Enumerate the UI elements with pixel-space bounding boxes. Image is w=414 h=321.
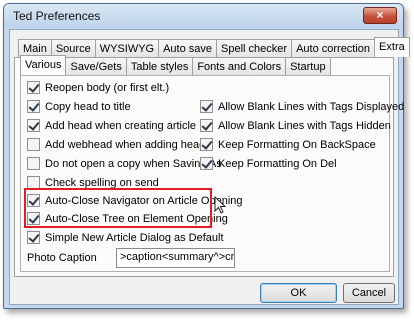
- option-add-head[interactable]: Add head when creating article: [27, 118, 196, 133]
- add-head-checkbox[interactable]: [27, 119, 40, 132]
- option-label: Allow Blank Lines with Tags Displayed: [218, 100, 405, 113]
- tab-auto-save[interactable]: Auto save: [158, 39, 218, 57]
- photo-caption-input[interactable]: >caption<summary^>credit<authors^: [116, 248, 235, 268]
- option-label: Keep Formatting On BackSpace: [218, 138, 376, 151]
- keep-formatting-del-checkbox[interactable]: [200, 157, 213, 170]
- copy-head-checkbox[interactable]: [27, 100, 40, 113]
- highlight-box: [24, 188, 212, 228]
- add-webhead-checkbox[interactable]: [27, 138, 40, 151]
- dialog-client: Main Source WYSIWYG Auto save Spell chec…: [9, 29, 410, 305]
- cancel-button[interactable]: Cancel: [343, 283, 395, 303]
- tab-table-styles[interactable]: Table styles: [125, 57, 194, 75]
- option-label: Add head when creating article: [45, 119, 197, 132]
- tab-various[interactable]: Various: [20, 55, 67, 75]
- tab-auto-correction[interactable]: Auto correction: [291, 39, 376, 57]
- tab-save-gets[interactable]: Save/Gets: [65, 57, 127, 75]
- title-bar[interactable]: Ted Preferences ×: [4, 4, 403, 28]
- option-label: Simple New Article Dialog as Default: [45, 231, 224, 244]
- inner-tab-strip: Various Save/Gets Table styles Fonts and…: [20, 55, 331, 75]
- option-label: Add webhead when adding head: [45, 138, 206, 151]
- tab-startup[interactable]: Startup: [285, 57, 331, 75]
- reopen-body-checkbox[interactable]: [27, 81, 40, 94]
- close-button[interactable]: ×: [363, 7, 397, 24]
- option-label: Copy head to title: [45, 100, 131, 113]
- keep-formatting-backspace-checkbox[interactable]: [200, 138, 213, 151]
- photo-caption-label: Photo Caption: [27, 252, 97, 264]
- option-label: Check spelling on send: [45, 176, 159, 189]
- option-keep-formatting-del[interactable]: Keep Formatting On Del: [200, 156, 337, 171]
- ok-button[interactable]: OK: [260, 283, 337, 303]
- option-blank-lines-displayed[interactable]: Allow Blank Lines with Tags Displayed: [200, 99, 404, 114]
- option-reopen-body[interactable]: Reopen body (or first elt.): [27, 80, 169, 95]
- preferences-window: Ted Preferences × Main Source WYSIWYG Au…: [3, 3, 410, 309]
- simple-new-article-checkbox[interactable]: [27, 231, 40, 244]
- photo-caption-value: >caption<summary^>credit<authors^: [120, 251, 235, 263]
- outer-tab-strip: Main Source WYSIWYG Auto save Spell chec…: [18, 37, 410, 57]
- close-icon: ×: [376, 8, 384, 22]
- option-keep-formatting-backspace[interactable]: Keep Formatting On BackSpace: [200, 137, 376, 152]
- option-copy-head[interactable]: Copy head to title: [27, 99, 131, 114]
- blank-lines-displayed-checkbox[interactable]: [200, 100, 213, 113]
- option-no-copy-save-as[interactable]: Do not open a copy when Saving As: [27, 156, 222, 171]
- option-blank-lines-hidden[interactable]: Allow Blank Lines with Tags Hidden: [200, 118, 391, 133]
- blank-lines-hidden-checkbox[interactable]: [200, 119, 213, 132]
- tab-wysiwyg[interactable]: WYSIWYG: [94, 39, 160, 57]
- option-label: Allow Blank Lines with Tags Hidden: [218, 119, 391, 132]
- tab-spell-checker[interactable]: Spell checker: [216, 39, 293, 57]
- window-title: Ted Preferences: [13, 9, 101, 23]
- option-simple-new-article[interactable]: Simple New Article Dialog as Default: [27, 230, 224, 245]
- tab-extra[interactable]: Extra: [374, 37, 410, 57]
- tab-fonts-and-colors[interactable]: Fonts and Colors: [192, 57, 287, 75]
- option-label: Do not open a copy when Saving As: [45, 157, 222, 170]
- no-copy-save-as-checkbox[interactable]: [27, 157, 40, 170]
- option-label: Keep Formatting On Del: [218, 157, 337, 170]
- option-add-webhead[interactable]: Add webhead when adding head: [27, 137, 205, 152]
- mouse-cursor-icon: [214, 196, 226, 214]
- option-label: Reopen body (or first elt.): [45, 81, 170, 94]
